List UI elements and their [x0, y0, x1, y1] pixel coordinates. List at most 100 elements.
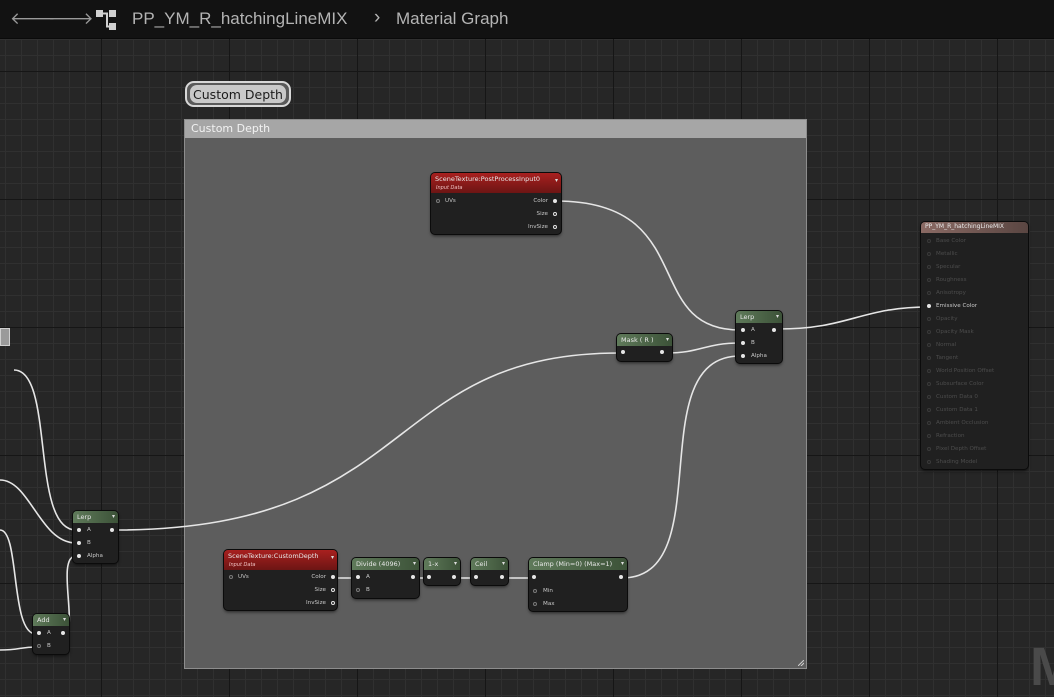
chevron-down-icon[interactable]: ▾ [776, 313, 779, 321]
pin-dot [331, 575, 335, 579]
scene-texture-customdepth-node[interactable]: SceneTexture:CustomDepth Input Data ▾ UV… [224, 550, 337, 610]
output-pin-refraction[interactable]: Refraction [927, 433, 965, 439]
one-minus-node[interactable]: 1-x ▾ [424, 558, 460, 585]
output-pin-anisotropy[interactable]: Anisotropy [927, 290, 966, 296]
divide-pin-a[interactable]: A [356, 574, 370, 580]
output-pin[interactable]: Color [533, 198, 557, 204]
chevron-down-icon[interactable]: ▾ [331, 554, 334, 562]
node-title: PP_YM_R_hatchingLineMIX [925, 223, 1005, 230]
pin-dot [553, 199, 557, 203]
chevron-down-icon[interactable]: ▾ [555, 177, 558, 185]
pin-dot [927, 291, 931, 295]
node-title: SceneTexture:PostProcessInput0 [435, 175, 541, 183]
offscreen-node-edge [0, 328, 10, 346]
pin-dot [553, 212, 557, 216]
pin-dot [927, 265, 931, 269]
add-pin-a[interactable]: A [37, 630, 51, 636]
comment-bubble[interactable]: Custom Depth [185, 81, 291, 107]
output-pin-custom-data-0[interactable]: Custom Data 0 [927, 394, 978, 400]
pin-dot [229, 575, 233, 579]
lerp-pin-alpha[interactable]: Alpha [77, 553, 103, 559]
divide-node[interactable]: Divide (4096) ▾ A B [352, 558, 419, 598]
input-pin[interactable]: UVs [229, 574, 249, 580]
input-pin[interactable]: UVs [436, 198, 456, 204]
chevron-down-icon[interactable]: ▾ [666, 336, 669, 344]
output-pin-custom-data-1[interactable]: Custom Data 1 [927, 407, 978, 413]
pin-dot [927, 278, 931, 282]
pin-dot [927, 421, 931, 425]
chevron-down-icon[interactable]: ▾ [112, 513, 115, 521]
output-pin-opacity-mask[interactable]: Opacity Mask [927, 329, 974, 335]
breadcrumb-separator: › [374, 7, 381, 28]
toolbar: 🡐 🡒 PP_YM_R_hatchingLineMIX › Material G… [0, 0, 1054, 39]
output-pin[interactable]: Color [311, 574, 335, 580]
graph-name[interactable]: Material Graph [396, 8, 508, 30]
node-title: Clamp (Min=0) (Max=1) [533, 560, 613, 568]
lerp-pin-b[interactable]: B [741, 340, 755, 346]
mask-r-node[interactable]: Mask ( R ) ▾ [617, 334, 672, 361]
chevron-down-icon[interactable]: ▾ [413, 560, 416, 568]
node-title: Add [37, 616, 50, 624]
output-pin-specular[interactable]: Specular [927, 264, 960, 270]
output-pin-metallic[interactable]: Metallic [927, 251, 958, 257]
node-title: Lerp [740, 313, 755, 321]
wire-left-to-add-a [0, 529, 37, 635]
pin-dot [927, 304, 931, 308]
wire-left-to-lerp-a [13, 369, 77, 531]
material-output-node[interactable]: PP_YM_R_hatchingLineMIX Base Color Metall… [921, 222, 1028, 469]
lerp-pin-a[interactable]: A [741, 327, 755, 333]
pin-dot [436, 199, 440, 203]
chevron-down-icon[interactable]: ▾ [63, 616, 66, 624]
output-pin-pixel-depth-offset[interactable]: Pixel Depth Offset [927, 446, 986, 452]
chevron-down-icon[interactable]: ▾ [502, 560, 505, 568]
pin-dot [927, 330, 931, 334]
asset-name[interactable]: PP_YM_R_hatchingLineMIX [132, 8, 347, 30]
chevron-down-icon[interactable]: ▾ [454, 560, 457, 568]
lerp-pin-alpha[interactable]: Alpha [741, 353, 767, 359]
clamp-node[interactable]: Clamp (Min=0) (Max=1) ▾ Min Max [529, 558, 627, 611]
output-pin-opacity[interactable]: Opacity [927, 316, 958, 322]
add-pin-b[interactable]: B [37, 643, 51, 649]
divide-pin-b[interactable]: B [356, 587, 370, 593]
ceil-node[interactable]: Ceil ▾ [471, 558, 508, 585]
output-pin[interactable]: InvSize [528, 224, 557, 230]
forward-button[interactable]: 🡒 [48, 9, 94, 29]
node-title: Ceil [475, 560, 488, 568]
pin-dot [927, 252, 931, 256]
lerp-pin-b[interactable]: B [77, 540, 91, 546]
output-pin-ambient-occlusion[interactable]: Ambient Occlusion [927, 420, 988, 426]
pin-dot [927, 447, 931, 451]
output-pin-emissive-color[interactable]: Emissive Color [927, 303, 977, 309]
output-pin-tangent[interactable]: Tangent [927, 355, 958, 361]
clamp-pin-min[interactable]: Min [533, 588, 553, 594]
output-pin-shading-model[interactable]: Shading Model [927, 459, 977, 465]
lerp-main-node[interactable]: Lerp ▾ A B Alpha [736, 311, 782, 363]
output-pin[interactable]: Size [537, 211, 557, 217]
pin-dot [927, 382, 931, 386]
output-pin[interactable]: InvSize [306, 600, 335, 606]
output-pin-world-position-offset[interactable]: World Position Offset [927, 368, 994, 374]
back-button[interactable]: 🡐 [10, 9, 56, 29]
clamp-pin-max[interactable]: Max [533, 601, 555, 607]
comment-title[interactable]: Custom Depth [185, 120, 806, 138]
output-pin-roughness[interactable]: Roughness [927, 277, 967, 283]
output-pin-base-color[interactable]: Base Color [927, 238, 966, 244]
pin-dot [927, 239, 931, 243]
add-node[interactable]: Add ▾ A B [33, 614, 69, 654]
scene-texture-postprocess-node[interactable]: SceneTexture:PostProcessInput0 Input Dat… [431, 173, 561, 234]
lerp-left-node[interactable]: Lerp ▾ A B Alpha [73, 511, 118, 563]
chevron-down-icon[interactable]: ▾ [621, 560, 624, 568]
output-pin-normal[interactable]: Normal [927, 342, 956, 348]
pin-dot [927, 343, 931, 347]
pin-dot [927, 395, 931, 399]
arrow-right-icon: 🡒 [48, 9, 94, 29]
output-pin-subsurface-color[interactable]: Subsurface Color [927, 381, 984, 387]
output-pin[interactable]: Size [315, 587, 335, 593]
pin-dot [927, 356, 931, 360]
pin-dot [927, 369, 931, 373]
pin-dot [927, 317, 931, 321]
pin-dot [927, 408, 931, 412]
lerp-pin-a[interactable]: A [77, 527, 91, 533]
resize-grip-icon[interactable] [798, 660, 804, 666]
wire-left-to-lerp-b [0, 479, 77, 544]
